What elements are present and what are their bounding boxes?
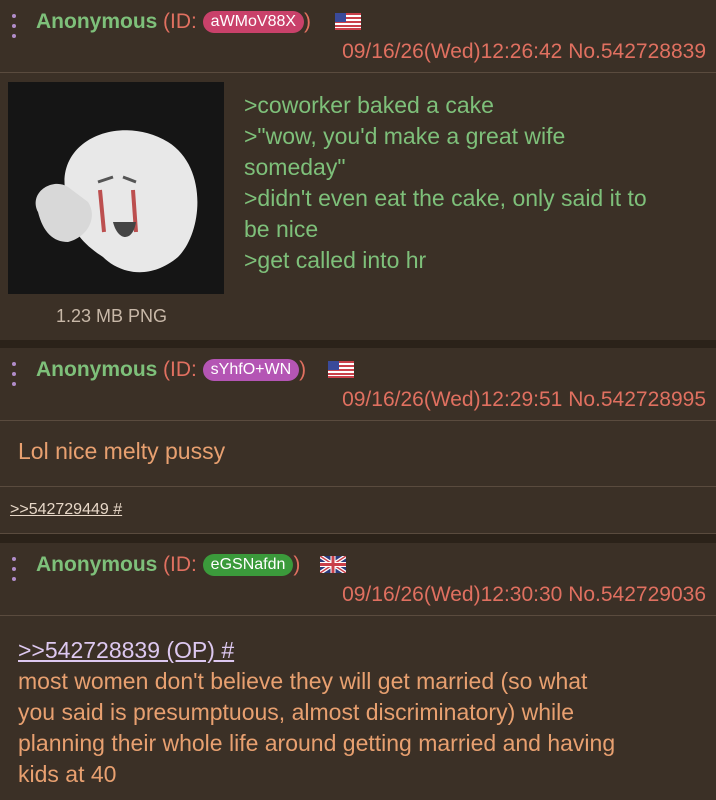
greentext-line: >coworker baked a cake: [244, 92, 494, 118]
us-flag-icon: [328, 361, 354, 378]
post-body: >coworker baked a cake >"wow, you'd make…: [244, 90, 704, 276]
post-menu-icon[interactable]: [12, 557, 16, 581]
greentext-line: >didn't even eat the cake, only said it …: [244, 185, 647, 211]
poster-id-badge[interactable]: aWMoV88X: [202, 11, 305, 33]
body-line: you said is presumptuous, almost discrim…: [18, 699, 575, 725]
post-2: Anonymous (ID: sYhfO+WN) 09/16/26(Wed)12…: [0, 348, 716, 486]
post-datetime: 09/16/26(Wed)12:29:51: [342, 388, 563, 411]
poster-id-badge[interactable]: eGSNafdn: [202, 554, 294, 576]
post-menu-icon[interactable]: [12, 362, 16, 386]
poster-id-badge[interactable]: sYhfO+WN: [202, 359, 300, 381]
poster-id-group: (ID: sYhfO+WN): [163, 358, 306, 382]
post-1: Anonymous (ID: aWMoV88X) 09/16/26(Wed)12…: [0, 0, 716, 340]
greentext-line: >get called into hr: [244, 247, 427, 273]
post-datetime: 09/16/26(Wed)12:26:42: [342, 40, 563, 63]
poster-id-group: (ID: aWMoV88X): [163, 10, 311, 34]
poster-name: Anonymous: [36, 358, 158, 381]
post-header: Anonymous (ID: eGSNafdn) 09/16/26(Wed)12…: [0, 543, 716, 616]
id-close: ): [293, 553, 301, 576]
id-label: (ID:: [163, 10, 203, 33]
post-meta: 09/16/26(Wed)12:26:42 No.542728839: [342, 40, 706, 64]
post-header: Anonymous (ID: sYhfO+WN) 09/16/26(Wed)12…: [0, 348, 716, 421]
post-body: Lol nice melty pussy: [18, 438, 226, 464]
post-meta: 09/16/26(Wed)12:30:30 No.542729036: [342, 583, 706, 607]
id-label: (ID:: [163, 358, 203, 381]
op-quote-link[interactable]: >>542728839 (OP) #: [18, 635, 708, 666]
post-datetime: 09/16/26(Wed)12:30:30: [342, 583, 563, 606]
us-flag-icon: [335, 13, 361, 30]
body-line: planning their whole life around getting…: [18, 730, 616, 756]
greentext-line: >"wow, you'd make a great wife: [244, 123, 566, 149]
id-close: ): [304, 10, 312, 33]
uk-flag-icon: [320, 556, 346, 573]
greentext-line: be nice: [244, 216, 319, 242]
post-meta: 09/16/26(Wed)12:29:51 No.542728995: [342, 388, 706, 412]
id-close: ): [299, 358, 307, 381]
post-number[interactable]: No.542728839: [568, 40, 706, 63]
greentext-line: someday": [244, 154, 346, 180]
post-header: Anonymous (ID: aWMoV88X) 09/16/26(Wed)12…: [0, 0, 716, 73]
post-number[interactable]: No.542729036: [568, 583, 706, 606]
reply-link[interactable]: >>542729449 #: [10, 501, 122, 519]
file-info: 1.23 MB PNG: [56, 306, 168, 326]
post-3: Anonymous (ID: eGSNafdn) 09/16/26(Wed)12…: [0, 543, 716, 800]
post-body: >>542728839 (OP) # most women don't beli…: [18, 635, 708, 790]
id-label: (ID:: [163, 553, 203, 576]
poster-name: Anonymous: [36, 10, 158, 33]
replies-bar: >>542729449 #: [0, 486, 716, 534]
body-line: most women don't believe they will get m…: [18, 668, 588, 694]
post-number[interactable]: No.542728995: [568, 388, 706, 411]
post-image[interactable]: [8, 82, 224, 294]
poster-id-group: (ID: eGSNafdn): [163, 553, 300, 577]
post-menu-icon[interactable]: [12, 14, 16, 38]
body-line: kids at 40: [18, 761, 117, 787]
poster-name: Anonymous: [36, 553, 158, 576]
